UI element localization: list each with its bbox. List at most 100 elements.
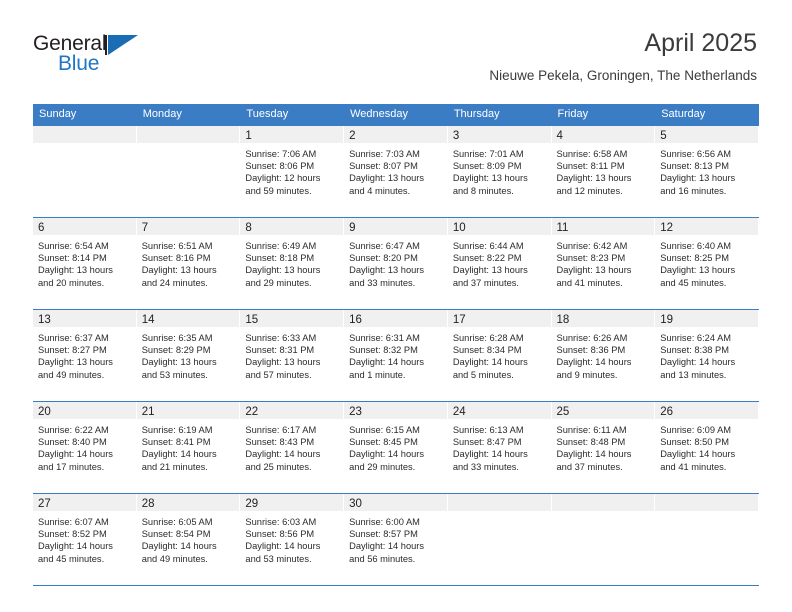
calendar-day-cell[interactable]: 1 Sunrise: 7:06 AM Sunset: 8:06 PM Daylight… (240, 126, 345, 217)
weekday-header-friday: Friday (557, 108, 589, 120)
day-number-band: 22 (240, 402, 344, 419)
sunset-text: Sunset: 8:57 PM (349, 529, 418, 540)
calendar-day-cell[interactable]: 7 Sunrise: 6:51 AM Sunset: 8:16 PM Daylight… (136, 218, 241, 309)
day-sun-info: Sunrise: 6:40 AM Sunset: 8:25 PM Daylight:… (655, 235, 758, 289)
calendar-day-cell[interactable]: 5 Sunrise: 6:56 AM Sunset: 8:13 PM Daylight… (655, 126, 759, 217)
daylight-text: and 49 minutes. (38, 369, 105, 380)
calendar-day-cell[interactable]: 13 Sunrise: 6:37 AM Sunset: 8:27 PM Dayligh… (33, 310, 137, 401)
calendar-day-cell[interactable]: 22 Sunrise: 6:17 AM Sunset: 8:43 PM Dayligh… (240, 402, 345, 493)
calendar-day-cell[interactable]: 29 Sunrise: 6:03 AM Sunset: 8:56 PM Dayligh… (240, 494, 345, 585)
sunrise-text: Sunrise: 6:54 AM (38, 241, 109, 251)
calendar-day-cell-empty (551, 494, 656, 585)
sunset-text: Sunset: 8:56 PM (245, 529, 315, 540)
day-number: 10 (452, 222, 466, 234)
day-number: 16 (349, 314, 362, 326)
calendar-day-cell[interactable]: 20 Sunrise: 6:22 AM Sunset: 8:40 PM Dayligh… (33, 402, 137, 493)
day-number: 8 (245, 222, 252, 234)
sunrise-text: Sunrise: 6:26 AM (556, 333, 628, 343)
sunset-text: Sunset: 8:43 PM (245, 437, 315, 448)
daylight-text: and 29 minutes. (349, 461, 416, 472)
calendar-day-cell[interactable]: 28 Sunrise: 6:05 AM Sunset: 8:54 PM Dayligh… (136, 494, 241, 585)
calendar-week-row: 6 Sunrise: 6:54 AM Sunset: 8:14 PM Daylight… (33, 217, 759, 309)
daylight-text: Daylight: 13 hours (556, 265, 632, 276)
day-number-band: 14 (136, 310, 240, 327)
weekday-header-tuesday: Tuesday (246, 108, 289, 120)
calendar-day-cell[interactable]: 16 Sunrise: 6:31 AM Sunset: 8:32 PM Dayligh… (344, 310, 448, 401)
page-header: General Blue April 2025 Nieuwe Pekela, G… (0, 0, 792, 100)
daylight-text: Daylight: 14 hours (245, 449, 321, 460)
day-sun-info: Sunrise: 6:58 AM Sunset: 8:11 PM Daylight:… (552, 143, 655, 197)
day-number-band: 11 (551, 218, 655, 235)
day-sun-info: Sunrise: 6:07 AM Sunset: 8:52 PM Daylight:… (33, 511, 136, 565)
day-number: 15 (245, 314, 259, 326)
day-number: 28 (141, 498, 155, 510)
day-number: 3 (452, 130, 460, 142)
calendar-day-cell[interactable]: 10 Sunrise: 6:44 AM Sunset: 8:22 PM Dayligh… (447, 218, 552, 309)
daylight-text: and 5 minutes. (452, 369, 514, 380)
calendar-day-cell[interactable]: 8 Sunrise: 6:49 AM Sunset: 8:18 PM Daylight… (240, 218, 345, 309)
calendar-grid: Sunday Monday Tuesday Wednesday Thursday… (33, 104, 759, 586)
calendar-page: General Blue April 2025 Nieuwe Pekela, G… (0, 0, 792, 612)
day-sun-info: Sunrise: 6:42 AM Sunset: 8:23 PM Daylight:… (552, 235, 655, 289)
calendar-day-cell[interactable]: 6 Sunrise: 6:54 AM Sunset: 8:14 PM Daylight… (33, 218, 137, 309)
day-sun-info: Sunrise: 6:17 AM Sunset: 8:43 PM Daylight:… (240, 419, 343, 473)
day-number: 24 (452, 406, 466, 418)
calendar-day-cell[interactable]: 12 Sunrise: 6:40 AM Sunset: 8:25 PM Dayligh… (655, 218, 759, 309)
calendar-day-cell[interactable]: 18 Sunrise: 6:26 AM Sunset: 8:36 PM Dayligh… (551, 310, 656, 401)
sunrise-text: Sunrise: 7:03 AM (349, 149, 420, 159)
sunrise-text: Sunrise: 6:19 AM (141, 425, 213, 435)
daylight-text: and 13 minutes. (660, 369, 727, 380)
general-blue-logo[interactable]: General Blue (33, 32, 173, 80)
day-number-band (33, 126, 136, 143)
daylight-text: and 56 minutes. (349, 553, 416, 564)
calendar-day-cell[interactable]: 11 Sunrise: 6:42 AM Sunset: 8:23 PM Dayligh… (551, 218, 656, 309)
calendar-day-cell[interactable]: 19 Sunrise: 6:24 AM Sunset: 8:38 PM Dayligh… (655, 310, 759, 401)
daylight-text: Daylight: 14 hours (349, 357, 425, 368)
calendar-day-cell[interactable]: 30 Sunrise: 6:00 AM Sunset: 8:57 PM Dayligh… (344, 494, 448, 585)
day-sun-info: Sunrise: 6:54 AM Sunset: 8:14 PM Daylight:… (33, 235, 136, 289)
day-number-band: 28 (136, 494, 240, 511)
sunrise-text: Sunrise: 6:44 AM (452, 241, 524, 251)
day-number-band: 8 (240, 218, 344, 235)
calendar-day-cell[interactable]: 26 Sunrise: 6:09 AM Sunset: 8:50 PM Dayligh… (655, 402, 759, 493)
day-number-band: 5 (655, 126, 758, 143)
calendar-day-cell[interactable]: 4 Sunrise: 6:58 AM Sunset: 8:11 PM Daylight… (551, 126, 656, 217)
day-number-band: 4 (551, 126, 655, 143)
calendar-day-cell[interactable]: 24 Sunrise: 6:13 AM Sunset: 8:47 PM Dayligh… (447, 402, 552, 493)
calendar-day-cell[interactable]: 25 Sunrise: 6:11 AM Sunset: 8:48 PM Dayligh… (551, 402, 656, 493)
calendar-day-cell[interactable]: 14 Sunrise: 6:35 AM Sunset: 8:29 PM Dayligh… (136, 310, 241, 401)
calendar-day-cell[interactable]: 23 Sunrise: 6:15 AM Sunset: 8:45 PM Dayligh… (344, 402, 448, 493)
calendar-day-cell[interactable]: 27 Sunrise: 6:07 AM Sunset: 8:52 PM Dayligh… (33, 494, 137, 585)
day-number-band: 27 (33, 494, 136, 511)
calendar-day-cell[interactable]: 21 Sunrise: 6:19 AM Sunset: 8:41 PM Dayligh… (136, 402, 241, 493)
calendar-day-cell[interactable]: 3 Sunrise: 7:01 AM Sunset: 8:09 PM Daylight… (447, 126, 552, 217)
daylight-text: Daylight: 13 hours (141, 265, 217, 276)
sunset-text: Sunset: 8:09 PM (452, 161, 522, 172)
sunset-text: Sunset: 8:50 PM (660, 437, 729, 448)
calendar-day-cell[interactable]: 2 Sunrise: 7:03 AM Sunset: 8:07 PM Daylight… (344, 126, 448, 217)
sunset-text: Sunset: 8:45 PM (349, 437, 418, 448)
calendar-week-row: 27 Sunrise: 6:07 AM Sunset: 8:52 PM Dayligh… (33, 493, 759, 586)
daylight-text: Daylight: 14 hours (556, 449, 632, 460)
weekday-header-wednesday: Wednesday (350, 108, 408, 120)
day-sun-info: Sunrise: 6:51 AM Sunset: 8:16 PM Daylight:… (137, 235, 240, 289)
calendar-day-cell[interactable]: 17 Sunrise: 6:28 AM Sunset: 8:34 PM Dayligh… (447, 310, 552, 401)
sunset-text: Sunset: 8:25 PM (660, 253, 729, 264)
day-sun-info: Sunrise: 6:22 AM Sunset: 8:40 PM Daylight:… (33, 419, 136, 473)
sunrise-text: Sunrise: 6:40 AM (660, 241, 732, 251)
sunrise-text: Sunrise: 6:22 AM (38, 425, 109, 435)
logo-text-blue: Blue (58, 52, 100, 75)
day-number: 21 (141, 406, 155, 418)
day-number-band: 25 (551, 402, 655, 419)
day-sun-info: Sunrise: 6:31 AM Sunset: 8:32 PM Daylight:… (344, 327, 447, 381)
day-sun-info: Sunrise: 6:24 AM Sunset: 8:38 PM Daylight:… (655, 327, 758, 381)
day-number: 19 (660, 314, 674, 326)
day-number-band: 26 (655, 402, 758, 419)
calendar-day-cell[interactable]: 15 Sunrise: 6:33 AM Sunset: 8:31 PM Dayligh… (240, 310, 345, 401)
day-number: 14 (141, 314, 155, 326)
day-number: 12 (660, 222, 674, 234)
calendar-day-cell[interactable]: 9 Sunrise: 6:47 AM Sunset: 8:20 PM Daylight… (344, 218, 448, 309)
day-sun-info: Sunrise: 6:49 AM Sunset: 8:18 PM Daylight:… (240, 235, 343, 289)
daylight-text: and 21 minutes. (141, 461, 208, 472)
day-number: 26 (660, 406, 674, 418)
